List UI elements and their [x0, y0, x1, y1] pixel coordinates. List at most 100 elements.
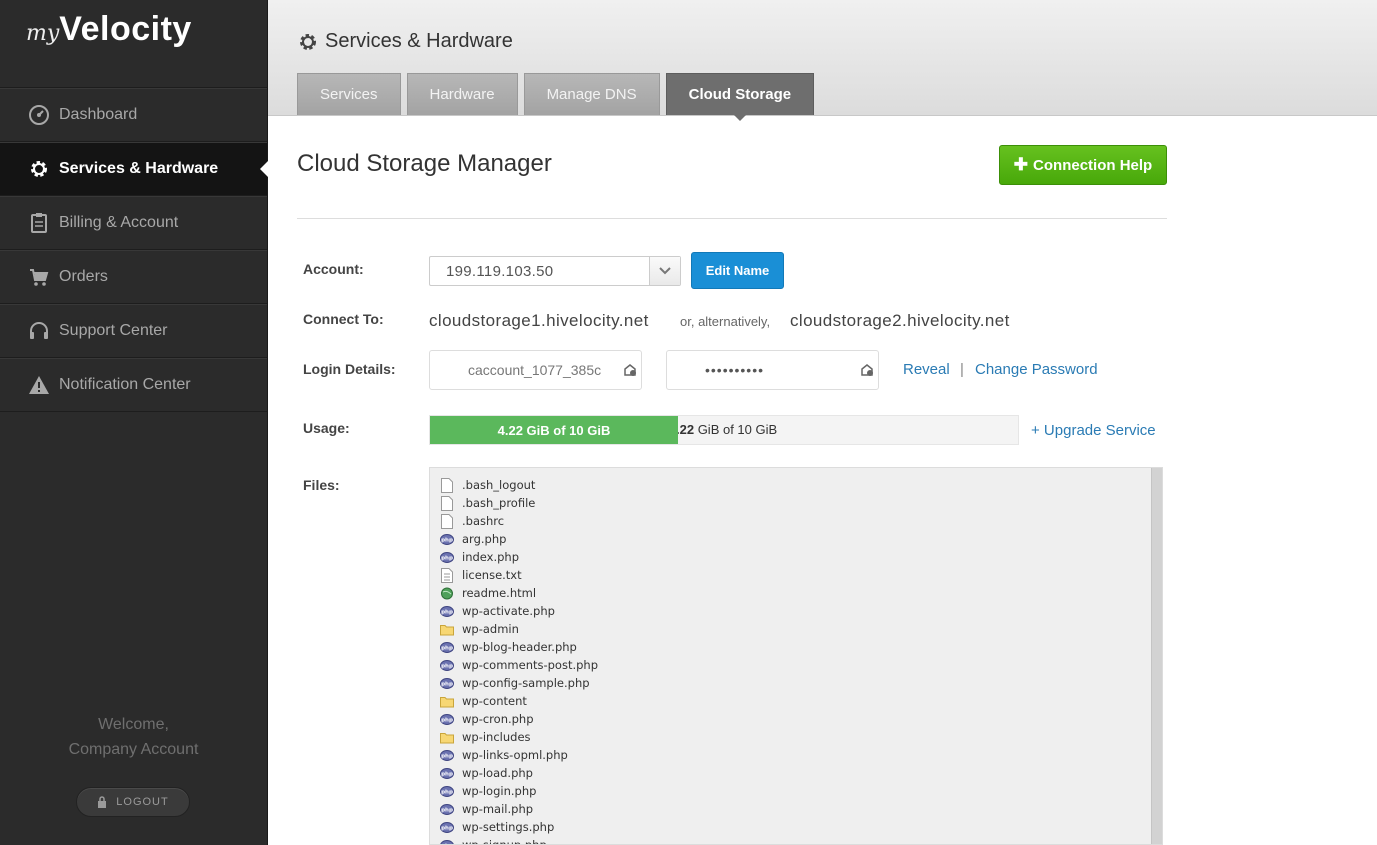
file-list-item[interactable]: php wp-mail.php: [440, 800, 1162, 818]
php-file-icon: php: [440, 641, 454, 653]
file-name: wp-login.php: [462, 784, 537, 798]
file-list-item[interactable]: php wp-blog-header.php: [440, 638, 1162, 656]
php-file-icon: php: [440, 551, 454, 563]
tab-hardware[interactable]: Hardware: [406, 73, 518, 115]
file-name: wp-signup.php: [462, 838, 547, 845]
php-file-icon: php: [440, 713, 454, 725]
divider: [297, 218, 1167, 219]
file-list-item[interactable]: php wp-signup.php: [440, 836, 1162, 845]
file-list-item[interactable]: license.txt: [440, 566, 1162, 584]
password-input[interactable]: [667, 361, 860, 379]
clipboard-icon: [28, 212, 50, 234]
cart-icon: [28, 266, 50, 288]
password-field[interactable]: [666, 350, 879, 390]
account-select-value: 199.119.103.50: [446, 262, 554, 280]
svg-text:php: php: [441, 771, 453, 777]
sidebar-item-label: Notification Center: [59, 376, 191, 393]
file-icon: [441, 477, 453, 493]
svg-text:php: php: [441, 663, 453, 669]
sidebar-item-dashboard[interactable]: Dashboard: [0, 88, 267, 142]
sidebar-item-label: Services & Hardware: [59, 160, 219, 177]
file-list-item[interactable]: php arg.php: [440, 530, 1162, 548]
file-name: wp-mail.php: [462, 802, 534, 816]
folder-icon: [440, 696, 454, 707]
gear-icon: [28, 158, 50, 180]
usage-label: Usage:: [303, 420, 350, 436]
sidebar-item-support-center[interactable]: Support Center: [0, 304, 267, 358]
svg-text:php: php: [441, 681, 453, 687]
tab-services[interactable]: Services: [297, 73, 401, 115]
file-list-item[interactable]: .bashrc: [440, 512, 1162, 530]
sidebar-nav: Dashboard Services & Hardware Billing & …: [0, 87, 268, 412]
file-name: arg.php: [462, 532, 507, 546]
file-name: .bashrc: [462, 514, 505, 528]
headset-icon: [28, 320, 50, 342]
sidebar-item-notification-center[interactable]: Notification Center: [0, 358, 267, 412]
file-name: wp-admin: [462, 622, 519, 636]
file-browser[interactable]: .bash_logout .bash_profile .bashrc php arg.p…: [429, 467, 1163, 845]
php-file-icon: php: [440, 533, 454, 545]
file-list-item[interactable]: wp-includes: [440, 728, 1162, 746]
file-list-item[interactable]: php wp-cron.php: [440, 710, 1162, 728]
file-list-item[interactable]: php index.php: [440, 548, 1162, 566]
tab-manage-dns[interactable]: Manage DNS: [523, 73, 660, 115]
tab-label: Services: [320, 86, 378, 103]
sidebar-item-orders[interactable]: Orders: [0, 250, 267, 304]
html-file-icon: [441, 587, 453, 599]
file-list-item[interactable]: php wp-links-opml.php: [440, 746, 1162, 764]
connection-help-label: Connection Help: [1033, 156, 1153, 174]
php-file-icon: php: [440, 767, 454, 779]
alternative-text: or, alternatively,: [680, 314, 771, 329]
reveal-password-link[interactable]: Reveal: [903, 361, 950, 378]
username-input[interactable]: [430, 361, 623, 379]
file-name: wp-config-sample.php: [462, 676, 590, 690]
brand-logo[interactable]: myVelocity: [26, 10, 192, 49]
sidebar-item-services-hardware[interactable]: Services & Hardware: [0, 142, 268, 196]
sidebar-item-billing-account[interactable]: Billing & Account: [0, 196, 267, 250]
file-browser-scrollbar[interactable]: [1151, 468, 1162, 844]
plus-icon: ✚: [1013, 155, 1029, 174]
welcome-message: Welcome, Company Account: [0, 712, 267, 762]
file-list-item[interactable]: .bash_logout: [440, 476, 1162, 494]
svg-text:php: php: [441, 555, 453, 561]
account-label: Account:: [303, 261, 364, 277]
logout-button[interactable]: LOGOUT: [76, 787, 190, 817]
tab-label: Cloud Storage: [688, 86, 792, 103]
file-list-item[interactable]: wp-content: [440, 692, 1162, 710]
svg-text:php: php: [441, 645, 453, 651]
file-list-item[interactable]: readme.html: [440, 584, 1162, 602]
file-list-item[interactable]: php wp-settings.php: [440, 818, 1162, 836]
usage-text: 4.22 GiB of 10 GiB: [497, 422, 611, 438]
svg-text:php: php: [441, 717, 453, 723]
header-title-text: Services & Hardware: [325, 30, 513, 52]
change-password-link[interactable]: Change Password: [975, 361, 1098, 378]
login-details-label: Login Details:: [303, 361, 396, 377]
secondary-host: cloudstorage2.hivelocity.net: [790, 311, 1010, 330]
file-list-item[interactable]: php wp-comments-post.php: [440, 656, 1162, 674]
usage-text-behind-rest: GiB of 10 GiB: [694, 422, 778, 437]
file-icon: [441, 495, 453, 511]
tab-cloud-storage[interactable]: Cloud Storage: [665, 73, 815, 121]
username-field[interactable]: [429, 350, 642, 390]
file-name: wp-load.php: [462, 766, 533, 780]
edit-name-button[interactable]: Edit Name: [691, 252, 784, 289]
svg-text:php: php: [441, 609, 453, 615]
upgrade-service-link[interactable]: + Upgrade Service: [1031, 422, 1156, 439]
file-list-item[interactable]: .bash_profile: [440, 494, 1162, 512]
files-label: Files:: [303, 477, 340, 493]
dashboard-gauge-icon: [28, 104, 50, 126]
file-list-item[interactable]: wp-admin: [440, 620, 1162, 638]
keyboard-icon: [861, 364, 873, 376]
svg-text:php: php: [441, 789, 453, 795]
account-select[interactable]: 199.119.103.50: [429, 256, 681, 286]
file-list-item[interactable]: php wp-load.php: [440, 764, 1162, 782]
file-name: wp-includes: [462, 730, 531, 744]
sidebar-item-label: Dashboard: [59, 106, 138, 123]
connection-help-button[interactable]: ✚ Connection Help: [999, 145, 1167, 185]
php-file-icon: php: [440, 659, 454, 671]
file-list-item[interactable]: php wp-config-sample.php: [440, 674, 1162, 692]
file-list-item[interactable]: php wp-activate.php: [440, 602, 1162, 620]
file-list-item[interactable]: php wp-login.php: [440, 782, 1162, 800]
usage-progress-bar: .22 GiB of 10 GiB 4.22 GiB of 10 GiB: [429, 415, 1019, 445]
file-name: .bash_logout: [462, 478, 536, 492]
